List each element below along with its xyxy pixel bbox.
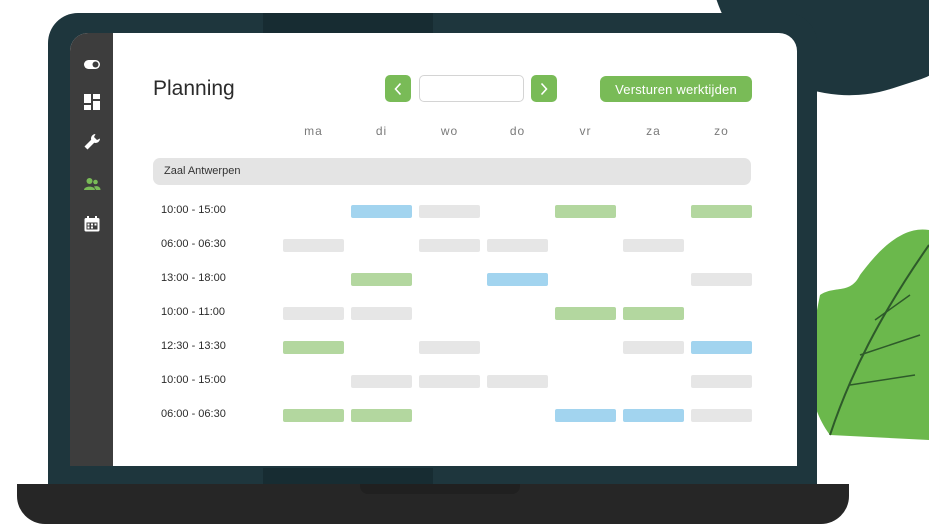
chevron-right-icon [540, 82, 548, 95]
shift-slot[interactable] [623, 409, 684, 422]
shift-slot[interactable] [283, 341, 344, 354]
shift-slot[interactable] [691, 273, 752, 286]
shift-slot[interactable] [691, 409, 752, 422]
day-header: do [509, 124, 526, 138]
time-label: 10:00 - 15:00 [161, 204, 226, 216]
chevron-left-icon [394, 82, 402, 95]
send-work-times-button[interactable]: Versturen werktijden [600, 76, 752, 102]
section-header: Zaal Antwerpen [153, 158, 751, 185]
shift-slot[interactable] [351, 273, 412, 286]
day-header: zo [714, 124, 729, 138]
day-header: di [375, 124, 388, 138]
dashboard-icon[interactable] [83, 93, 101, 111]
day-header: vr [579, 124, 592, 138]
laptop-base-notch [360, 484, 520, 494]
shift-slot[interactable] [691, 375, 752, 388]
shift-slot[interactable] [283, 239, 344, 252]
previous-week-button[interactable] [385, 75, 411, 102]
day-header: wo [440, 124, 459, 138]
time-label: 13:00 - 18:00 [161, 272, 226, 284]
day-header: za [646, 124, 661, 138]
shift-slot[interactable] [623, 307, 684, 320]
section-label: Zaal Antwerpen [164, 165, 241, 177]
wrench-icon[interactable] [83, 133, 101, 151]
shift-slot[interactable] [351, 409, 412, 422]
shift-slot[interactable] [419, 341, 480, 354]
users-icon[interactable] [83, 175, 101, 193]
time-label: 06:00 - 06:30 [161, 408, 226, 420]
time-label: 06:00 - 06:30 [161, 238, 226, 250]
time-label: 10:00 - 15:00 [161, 374, 226, 386]
calendar-icon[interactable] [83, 215, 101, 233]
next-week-button[interactable] [531, 75, 557, 102]
shift-slot[interactable] [555, 205, 616, 218]
shift-slot[interactable] [691, 205, 752, 218]
time-label: 12:30 - 13:30 [161, 340, 226, 352]
time-label: 10:00 - 11:00 [161, 306, 226, 318]
shift-slot[interactable] [555, 307, 616, 320]
toggle-icon[interactable] [83, 55, 101, 73]
shift-slot[interactable] [283, 409, 344, 422]
app-screen: Planning Versturen werktijden Zaal Antwe… [70, 33, 797, 466]
shift-slot[interactable] [691, 341, 752, 354]
shift-slot[interactable] [623, 239, 684, 252]
shift-slot[interactable] [283, 307, 344, 320]
shift-slot[interactable] [487, 239, 548, 252]
shift-slot[interactable] [487, 375, 548, 388]
shift-slot[interactable] [555, 409, 616, 422]
shift-slot[interactable] [487, 273, 548, 286]
day-header: ma [304, 124, 323, 138]
shift-slot[interactable] [419, 375, 480, 388]
sidebar [70, 33, 113, 466]
laptop-camera-notch [263, 13, 433, 33]
shift-slot[interactable] [351, 375, 412, 388]
page-title: Planning [153, 77, 235, 100]
shift-slot[interactable] [623, 341, 684, 354]
shift-slot[interactable] [419, 239, 480, 252]
date-input[interactable] [419, 75, 524, 102]
shift-slot[interactable] [419, 205, 480, 218]
shift-slot[interactable] [351, 307, 412, 320]
shift-slot[interactable] [351, 205, 412, 218]
